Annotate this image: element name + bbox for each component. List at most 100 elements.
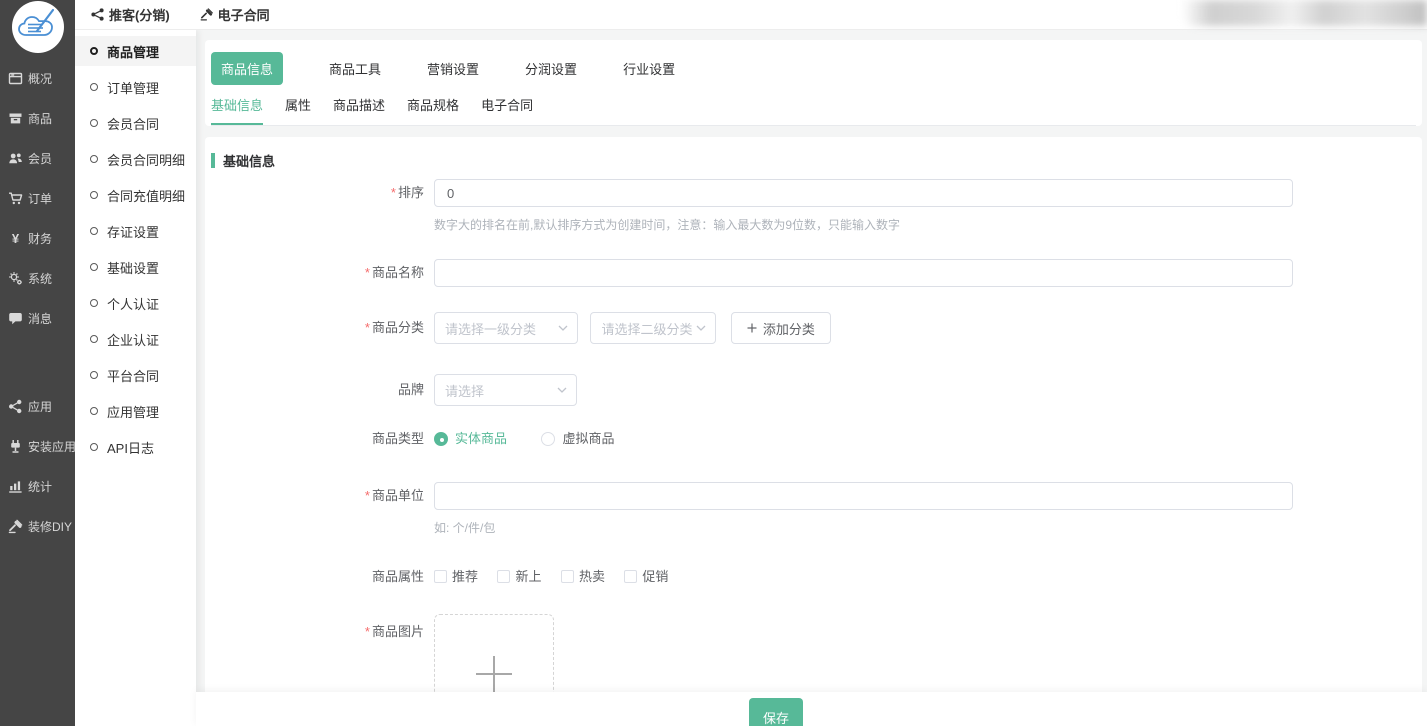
- user-account-area[interactable]: [1182, 0, 1427, 26]
- checkbox-promotion[interactable]: 促销: [624, 569, 668, 584]
- section-accent-bar: [211, 153, 215, 168]
- form-row-type: 商品类型 实体商品 虚拟商品: [205, 431, 1422, 450]
- tab-profit-settings[interactable]: 分润设置: [525, 52, 577, 85]
- section-title: 基础信息: [223, 151, 275, 170]
- upload-plus-icon: [470, 650, 518, 698]
- menu-item-platform-contract[interactable]: 平台合同: [75, 360, 196, 390]
- form-row-unit: *商品单位 如: 个/件/包: [205, 482, 1422, 536]
- sidebar-item-decorate-diy[interactable]: 装修DIY: [0, 506, 75, 546]
- bullet-circle-icon: [90, 443, 98, 451]
- menu-item-api-log[interactable]: API日志: [75, 432, 196, 462]
- sidebar-item-stats[interactable]: 统计: [0, 466, 75, 506]
- goods-name-input[interactable]: [434, 259, 1293, 287]
- sidebar-item-orders[interactable]: 订单: [0, 178, 75, 218]
- form-row-category: *商品分类 请选择一级分类 请选择二级分类 添加分类: [205, 312, 1422, 344]
- share-nodes-icon: [91, 8, 104, 21]
- sidebar-item-label: 应用: [28, 398, 52, 415]
- sidebar-item-members[interactable]: 会员: [0, 138, 75, 178]
- subtab-attributes[interactable]: 属性: [285, 93, 311, 125]
- subtab-goods-spec[interactable]: 商品规格: [407, 93, 459, 125]
- checkbox-icon: [561, 570, 574, 583]
- checkbox-new[interactable]: 新上: [497, 569, 541, 584]
- category-level2-select[interactable]: 请选择二级分类: [590, 312, 716, 344]
- brand-select[interactable]: 请选择: [434, 374, 577, 406]
- sidebar-item-label: 商品: [28, 110, 52, 127]
- required-mark: *: [365, 488, 370, 503]
- field-label: 商品属性: [205, 569, 434, 586]
- install-app-plug-icon: [8, 439, 23, 454]
- unit-help-text: 如: 个/件/包: [434, 519, 1422, 536]
- menu-item-label: 企业认证: [107, 330, 159, 349]
- bullet-circle-icon: [90, 263, 98, 271]
- tab-marketing-settings[interactable]: 营销设置: [427, 52, 479, 85]
- orders-icon: [8, 191, 23, 206]
- overview-icon: [8, 71, 23, 86]
- menu-item-member-contract[interactable]: 会员合同: [75, 108, 196, 138]
- sidebar-item-messages[interactable]: 消息: [0, 298, 75, 338]
- select-placeholder: 请选择: [445, 381, 484, 400]
- category-level1-select[interactable]: 请选择一级分类: [434, 312, 578, 344]
- menu-item-contract-recharge-detail[interactable]: 合同充值明细: [75, 180, 196, 210]
- form-row-attributes: 商品属性 推荐 新上 热卖 促销: [205, 569, 1422, 586]
- sidebar-item-overview[interactable]: 概况: [0, 58, 75, 98]
- finance-yen-icon: ¥: [8, 231, 23, 246]
- bullet-circle-icon: [90, 371, 98, 379]
- radio-virtual-goods[interactable]: 虚拟商品: [541, 431, 614, 447]
- menu-item-label: 存证设置: [107, 222, 159, 241]
- add-category-button[interactable]: 添加分类: [731, 312, 831, 344]
- sidebar-item-finance[interactable]: ¥ 财务: [0, 218, 75, 258]
- subtab-basic-info[interactable]: 基础信息: [211, 93, 263, 125]
- goods-icon: [8, 111, 23, 126]
- menu-item-label: 订单管理: [107, 78, 159, 97]
- decorate-tools-icon: [8, 519, 23, 534]
- sidebar-item-label: 安装应用: [28, 438, 76, 455]
- menu-item-app-management[interactable]: 应用管理: [75, 396, 196, 426]
- primary-sidebar: 概况 商品 会员 订单 ¥ 财务: [0, 0, 75, 726]
- menu-item-basic-settings[interactable]: 基础设置: [75, 252, 196, 282]
- required-mark: *: [365, 624, 370, 639]
- subtab-e-contract[interactable]: 电子合同: [481, 93, 533, 125]
- menu-item-personal-auth[interactable]: 个人认证: [75, 288, 196, 318]
- sidebar-item-install-app[interactable]: 安装应用: [0, 426, 75, 466]
- radio-physical-goods[interactable]: 实体商品: [434, 431, 507, 447]
- menu-item-evidence-settings[interactable]: 存证设置: [75, 216, 196, 246]
- topbar-item-tuike[interactable]: 推客(分销): [91, 5, 170, 24]
- form-row-sort: *排序 数字大的排名在前,默认排序方式为创建时间，注意：输入最大数为9位数，只能…: [205, 179, 1422, 233]
- sidebar-item-label: 统计: [28, 478, 52, 495]
- sidebar-item-label: 财务: [28, 230, 52, 247]
- subtab-goods-description[interactable]: 商品描述: [333, 93, 385, 125]
- select-placeholder: 请选择一级分类: [445, 319, 536, 338]
- menu-item-goods-management[interactable]: 商品管理: [75, 36, 196, 66]
- plus-icon: [747, 323, 757, 333]
- sidebar-item-system[interactable]: 系统: [0, 258, 75, 298]
- required-mark: *: [365, 265, 370, 280]
- menu-item-order-management[interactable]: 订单管理: [75, 72, 196, 102]
- select-placeholder: 请选择二级分类: [601, 319, 692, 338]
- goods-unit-input[interactable]: [434, 482, 1293, 510]
- bullet-circle-icon: [90, 335, 98, 343]
- menu-item-label: 应用管理: [107, 402, 159, 421]
- checkbox-recommend[interactable]: 推荐: [434, 569, 478, 584]
- tab-industry-settings[interactable]: 行业设置: [623, 52, 675, 85]
- tab-panel: 商品信息 商品工具 营销设置 分润设置 行业设置 基础信息 属性 商品描述 商品…: [205, 40, 1422, 126]
- menu-item-member-contract-detail[interactable]: 会员合同明细: [75, 144, 196, 174]
- field-label: 品牌: [205, 374, 434, 406]
- topbar-item-label: 电子合同: [218, 5, 270, 24]
- topbar: 推客(分销) 电子合同: [75, 0, 1427, 30]
- tab-goods-tools[interactable]: 商品工具: [329, 52, 381, 85]
- sidebar-item-apps[interactable]: 应用: [0, 386, 75, 426]
- chevron-down-icon: [558, 325, 568, 331]
- field-label: *排序: [205, 179, 434, 233]
- bullet-circle-icon: [90, 227, 98, 235]
- chevron-down-icon: [557, 387, 567, 393]
- sidebar-item-label: 概况: [28, 70, 52, 87]
- tab-goods-info[interactable]: 商品信息: [211, 52, 283, 85]
- sidebar-item-goods[interactable]: 商品: [0, 98, 75, 138]
- sort-input[interactable]: [434, 179, 1293, 207]
- menu-item-label: 平台合同: [107, 366, 159, 385]
- field-label: 商品类型: [205, 431, 434, 450]
- checkbox-hot[interactable]: 热卖: [561, 569, 605, 584]
- topbar-item-econtract[interactable]: 电子合同: [200, 5, 270, 24]
- menu-item-enterprise-auth[interactable]: 企业认证: [75, 324, 196, 354]
- save-button[interactable]: 保存: [749, 698, 803, 726]
